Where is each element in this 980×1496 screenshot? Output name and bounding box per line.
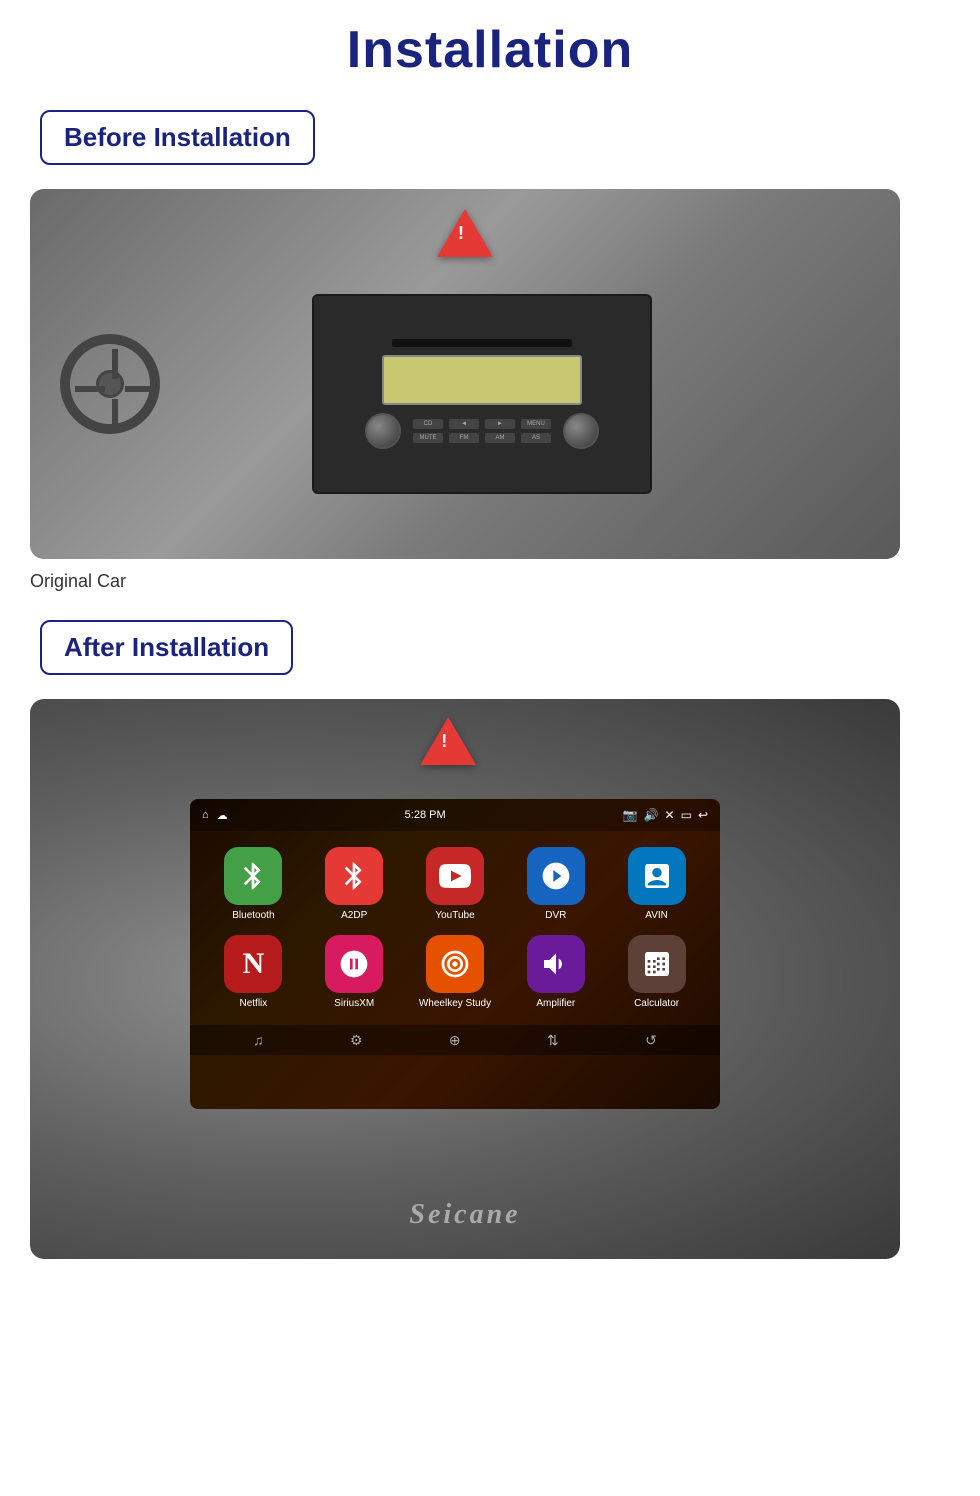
reset-icon: ↺ xyxy=(645,1032,657,1049)
back-icon: ↩ xyxy=(698,808,708,822)
app-item-calculator[interactable]: Calculator xyxy=(613,935,700,1009)
cd-slot xyxy=(392,339,572,347)
app-item-youtube[interactable]: YouTube xyxy=(412,847,499,921)
warning-triangle-icon xyxy=(437,209,493,257)
bluetooth-icon xyxy=(224,847,282,905)
am-button: AM xyxy=(485,433,515,443)
android-statusbar: ⌂ ☁ 5:28 PM 📷 🔊 ✕ ▭ ↩ xyxy=(190,799,720,831)
wheelkey-icon xyxy=(426,935,484,993)
netflix-icon: N xyxy=(224,935,282,993)
app-label-avin: AVIN xyxy=(645,910,668,921)
app-label-youtube: YouTube xyxy=(435,910,474,921)
settings-icon: ⚙ xyxy=(350,1032,363,1049)
app-item-amplifier[interactable]: Amplifier xyxy=(512,935,599,1009)
app-item-avin[interactable]: AVIN xyxy=(613,847,700,921)
app-label-netflix: Netflix xyxy=(240,998,268,1009)
music-icon: ♫ xyxy=(253,1032,264,1048)
amplifier-icon xyxy=(527,935,585,993)
app-label-dvr: DVR xyxy=(545,910,566,921)
before-installation-label: Before Installation xyxy=(40,110,315,165)
share-icon: ⇅ xyxy=(547,1032,559,1049)
avin-icon xyxy=(628,847,686,905)
battery-icon: ▭ xyxy=(681,808,692,822)
android-bottom-bar: ♫ ⚙ ⊕ ⇅ ↺ xyxy=(190,1025,720,1055)
youtube-icon xyxy=(426,847,484,905)
camera-icon: 📷 xyxy=(623,808,638,822)
calculator-icon xyxy=(628,935,686,993)
next-button: ► xyxy=(485,419,515,429)
radio-btn-row-1: CD ◄ ► MENU xyxy=(413,419,551,429)
old-radio-unit: CD ◄ ► MENU MUTE FM AM AS xyxy=(312,294,652,494)
steering-wheel-icon xyxy=(60,334,160,434)
app-item-dvr[interactable]: DVR xyxy=(512,847,599,921)
home-icon: ⌂ xyxy=(202,809,209,821)
statusbar-left: ⌂ ☁ xyxy=(202,809,228,822)
radio-btn-row-2: MUTE FM AM AS xyxy=(413,433,551,443)
after-warning-triangle-icon xyxy=(420,717,476,765)
radio-knob-left xyxy=(365,413,401,449)
radio-buttons: CD ◄ ► MENU MUTE FM AM AS xyxy=(413,419,551,443)
volume-icon: 🔊 xyxy=(644,808,659,822)
mute-button: MUTE xyxy=(413,433,443,443)
after-installation-label: After Installation xyxy=(40,620,293,675)
android-screen: ⌂ ☁ 5:28 PM 📷 🔊 ✕ ▭ ↩ xyxy=(190,799,720,1109)
app-label-bluetooth: Bluetooth xyxy=(232,910,274,921)
app-item-bluetooth[interactable]: Bluetooth xyxy=(210,847,297,921)
radio-controls: CD ◄ ► MENU MUTE FM AM AS xyxy=(365,413,599,449)
before-caption: Original Car xyxy=(30,571,126,592)
steering-outer xyxy=(60,334,160,434)
after-section: After Installation ⌂ ☁ 5:28 PM 📷 🔊 ✕ ▭ ↩ xyxy=(30,620,950,1271)
app-grid: Bluetooth A2DP YouTube xyxy=(190,831,720,1025)
app-label-a2dp: A2DP xyxy=(341,910,367,921)
app-label-calculator: Calculator xyxy=(634,998,679,1009)
app-item-netflix[interactable]: N Netflix xyxy=(210,935,297,1009)
cd-button: CD xyxy=(413,419,443,429)
app-label-siriusxm: SiriusXM xyxy=(334,998,374,1009)
statusbar-time: 5:28 PM xyxy=(405,809,446,821)
page-title: Installation xyxy=(347,20,633,80)
radio-display xyxy=(382,355,582,405)
before-car-photo: CD ◄ ► MENU MUTE FM AM AS xyxy=(30,189,900,559)
app-label-wheelkey: Wheelkey Study xyxy=(419,998,491,1009)
before-section: Before Installation xyxy=(30,110,950,620)
after-image: ⌂ ☁ 5:28 PM 📷 🔊 ✕ ▭ ↩ xyxy=(30,699,900,1259)
wifi-icon: ☁ xyxy=(217,809,228,822)
prev-button: ◄ xyxy=(449,419,479,429)
app-item-siriusxm[interactable]: SiriusXM xyxy=(311,935,398,1009)
nav-icon: ⊕ xyxy=(449,1032,461,1049)
before-image: CD ◄ ► MENU MUTE FM AM AS xyxy=(30,189,900,559)
app-item-wheelkey[interactable]: Wheelkey Study xyxy=(412,935,499,1009)
fm-button: FM xyxy=(449,433,479,443)
as-button: AS xyxy=(521,433,551,443)
signal-icon: ✕ xyxy=(665,808,675,822)
menu-button: MENU xyxy=(521,419,551,429)
siriusxm-icon xyxy=(325,935,383,993)
app-label-amplifier: Amplifier xyxy=(536,998,575,1009)
dvr-icon xyxy=(527,847,585,905)
app-item-a2dp[interactable]: A2DP xyxy=(311,847,398,921)
statusbar-right: 📷 🔊 ✕ ▭ ↩ xyxy=(623,808,708,822)
a2dp-icon xyxy=(325,847,383,905)
seicane-logo: Seicane xyxy=(409,1199,520,1231)
radio-knob-right xyxy=(563,413,599,449)
